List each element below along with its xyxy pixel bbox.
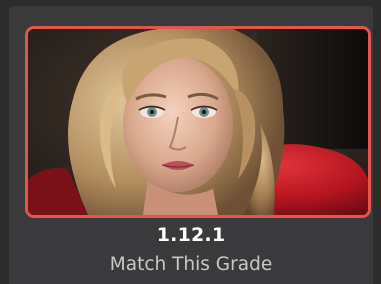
clip-number: 1.12.1 [156,224,226,246]
clip-label: Match This Grade [109,254,273,275]
clip-card[interactable]: 1.12.1 Match This Grade [9,6,373,284]
viewer-background: 1.12.1 Match This Grade [0,0,381,284]
clip-thumbnail[interactable] [25,26,371,218]
portrait-thumbnail-image [28,29,368,215]
